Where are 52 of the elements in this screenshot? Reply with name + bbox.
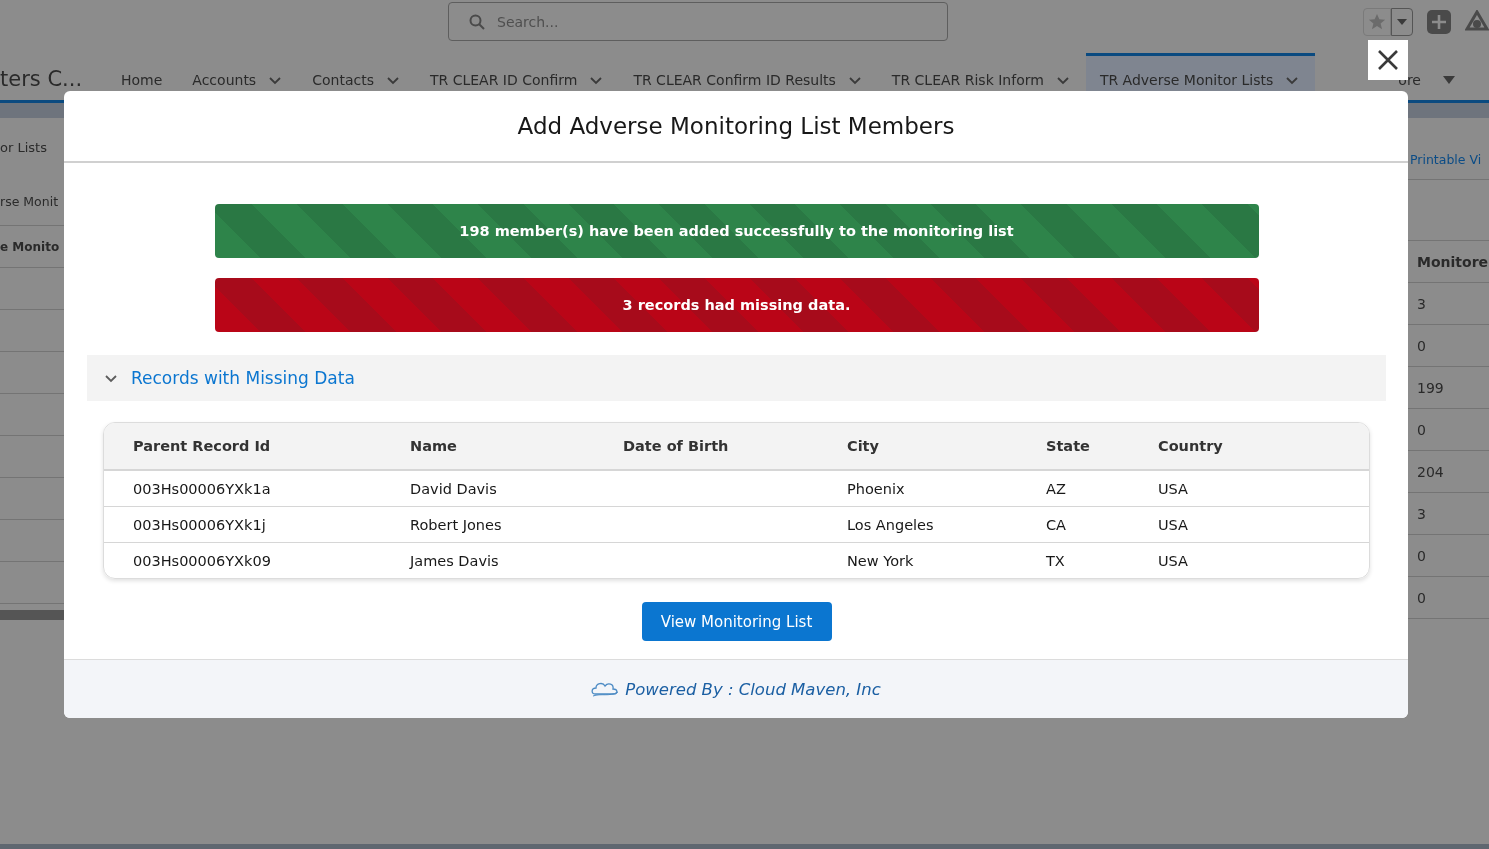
chevron-down-icon[interactable] bbox=[385, 74, 400, 86]
list-title: or Lists bbox=[0, 139, 48, 157]
add-icon[interactable] bbox=[1427, 10, 1451, 34]
nav-tab[interactable]: TR CLEAR Risk Inform bbox=[891, 53, 1086, 100]
table-cell: James Davis bbox=[410, 542, 623, 578]
table-cell: David Davis bbox=[410, 470, 623, 507]
chevron-down-icon[interactable] bbox=[847, 74, 862, 86]
success-alert: 198 member(s) have been added successfully to the monitoring list bbox=[214, 204, 1259, 258]
table-cell: Robert Jones bbox=[410, 506, 623, 543]
table-cell: 003Hs00006YXk1j bbox=[104, 506, 410, 543]
section-header[interactable]: Records with Missing Data bbox=[87, 355, 1386, 401]
chevron-down-icon[interactable] bbox=[589, 74, 604, 86]
table-cell: CA bbox=[1046, 506, 1158, 543]
footer-credit: Powered By : Cloud Maven, Inc bbox=[625, 679, 881, 699]
table-cell: AZ bbox=[1046, 470, 1158, 507]
printable-view-link[interactable]: Printable Vi bbox=[1410, 152, 1489, 167]
column-header: City bbox=[847, 423, 1046, 470]
view-list-button[interactable]: View Monitoring List bbox=[641, 602, 832, 641]
table-cell: USA bbox=[1158, 542, 1369, 578]
modal-title: Add Adverse Monitoring List Members bbox=[517, 113, 955, 139]
scrollbar bbox=[0, 610, 64, 620]
cloud-icon bbox=[591, 680, 620, 698]
table-cell: Los Angeles bbox=[847, 506, 1046, 543]
error-alert: 3 records had missing data. bbox=[214, 278, 1259, 332]
search-icon bbox=[469, 14, 485, 30]
caret-icon[interactable] bbox=[1443, 76, 1455, 84]
table-cell: 003Hs00006YXk09 bbox=[104, 542, 410, 578]
chevron-down-icon[interactable] bbox=[268, 74, 283, 86]
chevron-down-icon bbox=[103, 372, 119, 384]
favorites-menu-button[interactable] bbox=[1391, 8, 1413, 36]
table-cell: 003Hs00006YXk1a bbox=[104, 470, 410, 507]
table-cell: TX bbox=[1046, 542, 1158, 578]
table-cell: Phoenix bbox=[847, 470, 1046, 507]
nav-tab[interactable]: Accounts bbox=[192, 53, 299, 100]
column-header: Name bbox=[410, 423, 623, 470]
nav-tab[interactable]: TR CLEAR Confirm ID Results bbox=[633, 53, 878, 100]
chevron-down-icon[interactable] bbox=[1055, 74, 1070, 86]
column-header: Country bbox=[1158, 423, 1369, 470]
chevron-down-icon[interactable] bbox=[1285, 74, 1300, 86]
table-cell: USA bbox=[1158, 470, 1369, 507]
column-header: State bbox=[1046, 423, 1158, 470]
close-icon bbox=[1377, 49, 1399, 71]
app-name: ters C... bbox=[0, 65, 84, 93]
search-field[interactable]: Search... bbox=[448, 2, 948, 41]
column-header: Parent Record Id bbox=[104, 423, 410, 470]
column-header: Date of Birth bbox=[623, 423, 847, 470]
nav-tab[interactable]: TR CLEAR ID Confirm bbox=[429, 53, 620, 100]
star-icon bbox=[1368, 13, 1386, 31]
table-cell: USA bbox=[1158, 506, 1369, 543]
table-cell: New York bbox=[847, 542, 1046, 578]
caret-icon bbox=[1397, 19, 1407, 25]
nav-tab[interactable]: Contacts bbox=[312, 53, 416, 100]
